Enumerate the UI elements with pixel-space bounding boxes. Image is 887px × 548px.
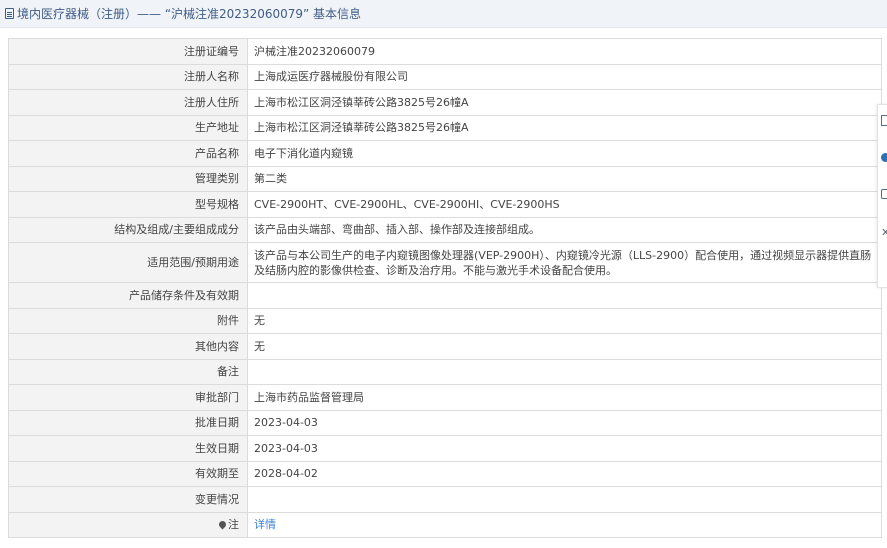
row-value: 上海市松江区洞泾镇莘砖公路3825号26幢A bbox=[247, 89, 882, 116]
row-value: CVE-2900HT、CVE-2900HL、CVE-2900HI、CVE-290… bbox=[247, 191, 882, 218]
row-label: 生效日期 bbox=[8, 435, 248, 462]
circle-icon bbox=[881, 153, 887, 162]
table-row: 产品储存条件及有效期 bbox=[8, 282, 882, 309]
row-label: 变更情况 bbox=[8, 486, 248, 513]
document-icon bbox=[5, 8, 14, 19]
table-row: 批准日期 2023-04-03 bbox=[8, 409, 882, 436]
row-value: 无 bbox=[247, 333, 882, 360]
table-row: 有效期至 2028-04-02 bbox=[8, 460, 882, 487]
row-value: 沪械注准20232060079 bbox=[247, 38, 882, 65]
row-label: 注 bbox=[228, 518, 239, 532]
row-label: 审批部门 bbox=[8, 384, 248, 411]
row-value bbox=[247, 486, 882, 513]
table-row: 备注 bbox=[8, 358, 882, 385]
table-row: 变更情况 bbox=[8, 486, 882, 513]
row-label: 附件 bbox=[8, 307, 248, 334]
table-row: 管理类别 第二类 bbox=[8, 165, 882, 192]
row-label: 批准日期 bbox=[8, 409, 248, 436]
pin-icon bbox=[217, 519, 228, 530]
row-label: 适用范围/预期用途 bbox=[8, 242, 248, 283]
side-toolbar: ✕ bbox=[877, 104, 887, 288]
row-value: 该产品与本公司生产的电子内窥镜图像处理器(VEP-2900H）、内窥镜冷光源（L… bbox=[247, 242, 882, 283]
row-value: 上海市松江区洞泾镇莘砖公路3825号26幢A bbox=[247, 114, 882, 141]
row-label: 结构及组成/主要组成成分 bbox=[8, 216, 248, 243]
row-label: 产品名称 bbox=[8, 140, 248, 167]
side-copy-button[interactable] bbox=[881, 189, 887, 201]
row-value: 电子下消化道内窥镜 bbox=[247, 140, 882, 167]
registration-info-table: 注册证编号 沪械注准20232060079 注册人名称 上海成运医疗器械股份有限… bbox=[8, 38, 882, 538]
row-label: 型号规格 bbox=[8, 191, 248, 218]
row-value: 无 bbox=[247, 307, 882, 334]
row-value: 第二类 bbox=[247, 165, 882, 192]
row-label: 备注 bbox=[8, 358, 248, 385]
table-row: 审批部门 上海市药品监督管理局 bbox=[8, 384, 882, 411]
note-label: 注 bbox=[8, 511, 248, 538]
table-row: 注 详情 bbox=[8, 511, 882, 538]
table-row: 适用范围/预期用途 该产品与本公司生产的电子内窥镜图像处理器(VEP-2900H… bbox=[8, 242, 882, 283]
row-label: 注册人住所 bbox=[8, 89, 248, 116]
table-row: 注册人名称 上海成运医疗器械股份有限公司 bbox=[8, 63, 882, 90]
row-value bbox=[247, 358, 882, 385]
doc-icon bbox=[881, 115, 887, 126]
row-label: 产品储存条件及有效期 bbox=[8, 282, 248, 309]
table-row: 生产地址 上海市松江区洞泾镇莘砖公路3825号26幢A bbox=[8, 114, 882, 141]
table-row: 结构及组成/主要组成成分 该产品由头端部、弯曲部、插入部、操作部及连接部组成。 bbox=[8, 216, 882, 243]
row-value: 2023-04-03 bbox=[247, 435, 882, 462]
row-label: 生产地址 bbox=[8, 114, 248, 141]
row-label: 有效期至 bbox=[8, 460, 248, 487]
row-value: 该产品由头端部、弯曲部、插入部、操作部及连接部组成。 bbox=[247, 216, 882, 243]
row-value: 详情 bbox=[247, 511, 882, 538]
row-label: 管理类别 bbox=[8, 165, 248, 192]
row-label: 注册证编号 bbox=[8, 38, 248, 65]
side-close-button[interactable]: ✕ bbox=[881, 227, 887, 239]
table-row: 其他内容 无 bbox=[8, 333, 882, 360]
table-row: 注册人住所 上海市松江区洞泾镇莘砖公路3825号26幢A bbox=[8, 89, 882, 116]
row-value: 上海市药品监督管理局 bbox=[247, 384, 882, 411]
table-row: 注册证编号 沪械注准20232060079 bbox=[8, 38, 882, 65]
row-label: 其他内容 bbox=[8, 333, 248, 360]
page-title: 境内医疗器械（注册）—— “沪械注准20232060079” 基本信息 bbox=[17, 7, 362, 21]
side-info-button[interactable] bbox=[881, 153, 887, 165]
row-value bbox=[247, 282, 882, 309]
side-doc-button[interactable] bbox=[881, 115, 887, 127]
page-header: 境内医疗器械（注册）—— “沪械注准20232060079” 基本信息 bbox=[0, 0, 887, 28]
table-row: 产品名称 电子下消化道内窥镜 bbox=[8, 140, 882, 167]
details-link[interactable]: 详情 bbox=[254, 518, 276, 531]
row-value: 2023-04-03 bbox=[247, 409, 882, 436]
table-row: 附件 无 bbox=[8, 307, 882, 334]
close-icon: ✕ bbox=[881, 226, 887, 239]
copy-icon bbox=[881, 189, 887, 199]
table-row: 型号规格 CVE-2900HT、CVE-2900HL、CVE-2900HI、CV… bbox=[8, 191, 882, 218]
row-label: 注册人名称 bbox=[8, 63, 248, 90]
table-row: 生效日期 2023-04-03 bbox=[8, 435, 882, 462]
row-value: 2028-04-02 bbox=[247, 460, 882, 487]
row-value: 上海成运医疗器械股份有限公司 bbox=[247, 63, 882, 90]
